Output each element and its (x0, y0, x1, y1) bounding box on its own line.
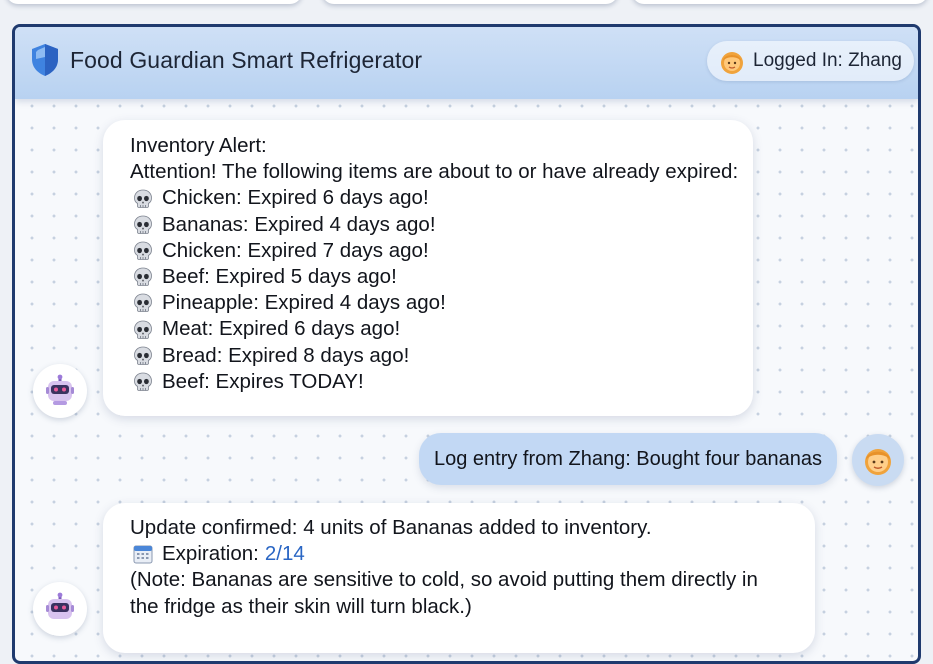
expired-item-text: Chicken: Expired 7 days ago! (162, 238, 429, 262)
expired-items-list: Chicken: Expired 6 days ago! Bananas: Exp… (130, 185, 753, 395)
expired-item: Pineapple: Expired 4 days ago! (130, 290, 753, 316)
skull-icon (134, 372, 152, 391)
previous-card-2 (322, 0, 618, 4)
logged-in-status[interactable]: Logged In: Zhang (707, 41, 914, 81)
logged-in-label: Logged In: Zhang (753, 50, 902, 71)
expired-item-text: Chicken: Expired 6 days ago! (162, 186, 429, 210)
user-message-text: Log entry from Zhang: Bought four banana… (433, 447, 823, 470)
skull-icon (134, 320, 152, 339)
previous-card-3 (632, 0, 928, 4)
skull-icon (134, 189, 152, 208)
expired-item: Chicken: Expired 6 days ago! (130, 185, 753, 211)
user-avatar-icon (721, 52, 744, 74)
expired-item: Bread: Expired 8 days ago! (130, 343, 753, 369)
expired-item: Beef: Expires TODAY! (130, 369, 753, 395)
app-title: Food Guardian Smart Refrigerator (70, 47, 423, 73)
chat-window: Food Guardian Smart Refrigerator Logged … (12, 24, 921, 664)
expired-item: Beef: Expired 5 days ago! (130, 264, 753, 290)
alert-intro: Attention! The following items are about… (130, 160, 739, 184)
skull-icon (134, 293, 152, 313)
expired-item-text: Beef: Expires TODAY! (162, 369, 364, 393)
alert-title: Inventory Alert: (130, 134, 267, 157)
skull-icon (134, 267, 152, 287)
skull-icon (134, 241, 152, 260)
robot-icon (46, 374, 74, 405)
expired-item-text: Pineapple: Expired 4 days ago! (162, 291, 446, 315)
person-icon (865, 449, 891, 475)
expired-item-text: Meat: Expired 6 days ago! (162, 317, 401, 341)
note-line-1: (Note: Bananas are sensitive to cold, so… (130, 568, 758, 592)
skull-icon (134, 346, 152, 365)
expiration-label: Expiration: (162, 542, 259, 566)
bot-message-inventory-alert: Inventory Alert: Attention! The followin… (103, 120, 753, 416)
confirmation-text: Update confirmed: 4 units of Bananas add… (130, 516, 652, 539)
bot-avatar (33, 364, 87, 418)
shield-icon (32, 44, 58, 76)
calendar-icon (133, 545, 153, 564)
expired-item-text: Beef: Expired 5 days ago! (162, 265, 397, 289)
note-line-2: the fridge as their skin will turn black… (130, 594, 472, 618)
expiration-date: 2/14 (264, 542, 305, 566)
expired-item: Meat: Expired 6 days ago! (130, 316, 753, 342)
expired-item: Bananas: Expired 4 days ago! (130, 212, 753, 238)
expired-item-text: Bananas: Expired 4 days ago! (162, 212, 436, 236)
user-message-log-entry: Log entry from Zhang: Bought four banana… (419, 433, 837, 485)
expiration-line: Expiration: 2/14 (130, 541, 815, 567)
skull-icon (134, 215, 152, 234)
app-header: Food Guardian Smart Refrigerator Logged … (15, 27, 918, 99)
expired-item-text: Bread: Expired 8 days ago! (162, 343, 410, 367)
bot-message-update-confirmed: Update confirmed: 4 units of Bananas add… (103, 503, 815, 653)
bot-avatar-2 (33, 582, 87, 636)
previous-card-1 (6, 0, 302, 4)
expired-item: Chicken: Expired 7 days ago! (130, 238, 753, 264)
user-avatar (852, 434, 904, 486)
robot-icon (46, 592, 74, 619)
